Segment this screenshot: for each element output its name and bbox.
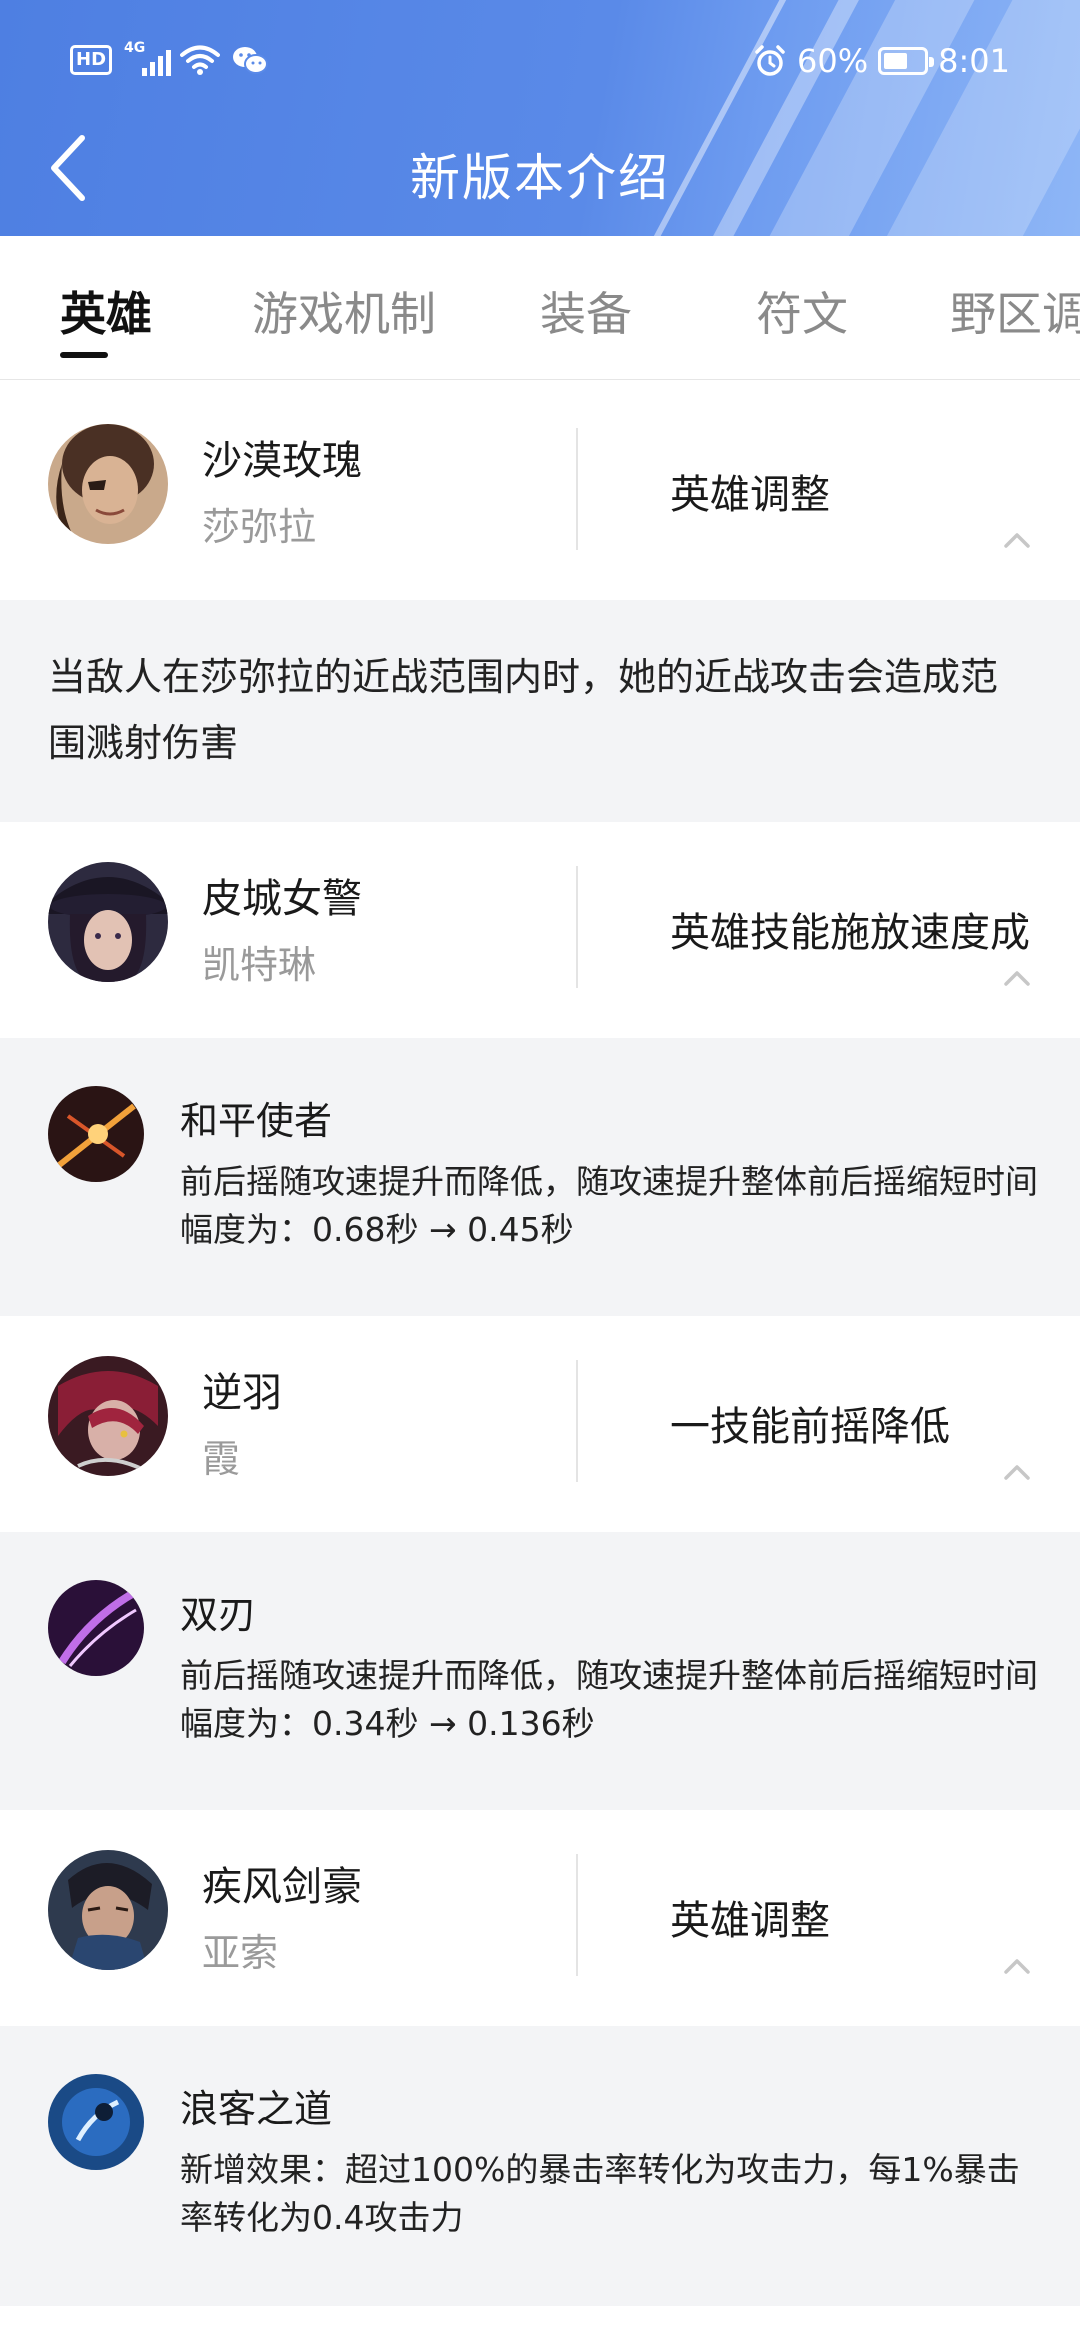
hero-avatar — [48, 1850, 168, 1970]
active-tab-indicator — [60, 352, 108, 358]
hd-icon: HD — [70, 45, 113, 75]
change-summary: 英雄调整 — [670, 1898, 830, 1944]
hero-change-list: 沙漠玫瑰 莎弥拉 英雄调整 当敌人在莎弥拉的近战范围内时，她的近战攻击会造成范围… — [0, 384, 1080, 2306]
skill-description: 前后摇随攻速提升而降低，随攻速提升整体前后摇缩短时间幅度为：0.68秒 → 0.… — [180, 1162, 1038, 1249]
change-summary: 英雄调整 — [670, 472, 830, 518]
chevron-up-icon[interactable] — [1002, 1462, 1032, 1482]
divider — [576, 428, 578, 550]
chevron-up-icon[interactable] — [1002, 968, 1032, 988]
hero-title: 逆羽 — [202, 1370, 282, 1416]
hero-row[interactable]: 沙漠玫瑰 莎弥拉 英雄调整 — [0, 384, 1080, 600]
skill-detail: 浪客之道 新增效果：超过100%的暴击率转化为攻击力，每1%暴击率转化为0.4攻… — [0, 2026, 1080, 2306]
divider — [576, 1854, 578, 1976]
category-tabs: 英雄 游戏机制 装备 符文 野区调 — [0, 236, 1080, 380]
skill-description: 前后摇随攻速提升而降低，随攻速提升整体前后摇缩短时间幅度为：0.34秒 → 0.… — [180, 1656, 1038, 1743]
chevron-up-icon[interactable] — [1002, 1956, 1032, 1976]
hero-champion-name: 霞 — [202, 1437, 241, 1481]
hero-champion-name: 亚索 — [202, 1931, 279, 1975]
hero-avatar — [48, 1356, 168, 1476]
hero-title: 沙漠玫瑰 — [202, 438, 362, 484]
tab-runes[interactable]: 符文 — [756, 278, 848, 344]
tab-game-mechanics[interactable]: 游戏机制 — [252, 278, 436, 344]
alarm-icon — [755, 45, 785, 76]
wechat-icon — [233, 47, 269, 74]
chevron-up-icon[interactable] — [1002, 530, 1032, 550]
skill-icon — [48, 1086, 144, 1182]
skill-icon — [48, 2074, 144, 2170]
status-bar: HD 4G 60% 8:01 — [0, 36, 1080, 88]
hero-row[interactable]: 逆羽 霞 一技能前摇降低 — [0, 1316, 1080, 1532]
skill-description: 新增效果：超过100%的暴击率转化为攻击力，每1%暴击率转化为0.4攻击力 — [180, 2150, 1020, 2237]
hero-title: 疾风剑豪 — [202, 1864, 362, 1910]
hero-avatar — [48, 424, 168, 544]
tab-heroes[interactable]: 英雄 — [60, 278, 152, 344]
skill-detail: 和平使者 前后摇随攻速提升而降低，随攻速提升整体前后摇缩短时间幅度为：0.68秒… — [0, 1038, 1080, 1316]
hero-title: 皮城女警 — [202, 876, 362, 922]
divider — [576, 1360, 578, 1482]
clock: 8:01 — [938, 42, 1010, 80]
page-title: 新版本介绍 — [410, 149, 670, 207]
wifi-icon — [180, 45, 221, 75]
skill-name: 和平使者 — [180, 1099, 333, 1143]
app-header: HD 4G 60% 8:01 新版本介绍 — [0, 0, 1080, 236]
hero-champion-name: 凯特琳 — [202, 943, 317, 987]
cellular-signal-icon: 4G — [124, 40, 172, 76]
skill-detail: 双刃 前后摇随攻速提升而降低，随攻速提升整体前后摇缩短时间幅度为：0.34秒 →… — [0, 1532, 1080, 1810]
change-summary: 一技能前摇降低 — [670, 1404, 950, 1450]
skill-name: 浪客之道 — [180, 2087, 333, 2131]
hero-avatar — [48, 862, 168, 982]
change-description: 当敌人在莎弥拉的近战范围内时，她的近战攻击会造成范围溅射伤害 — [0, 600, 1080, 822]
tab-items[interactable]: 装备 — [540, 278, 632, 344]
change-summary: 英雄技能施放速度成 — [670, 910, 1030, 956]
divider — [576, 866, 578, 988]
tab-jungle[interactable]: 野区调 — [950, 278, 1080, 344]
hero-row[interactable]: 皮城女警 凯特琳 英雄技能施放速度成 — [0, 822, 1080, 1038]
battery-percent: 60% — [797, 42, 869, 80]
hero-champion-name: 莎弥拉 — [202, 505, 317, 549]
skill-name: 双刃 — [180, 1593, 257, 1637]
battery-icon — [878, 47, 935, 75]
skill-icon — [48, 1580, 144, 1676]
hero-row[interactable]: 疾风剑豪 亚索 英雄调整 — [0, 1810, 1080, 2026]
